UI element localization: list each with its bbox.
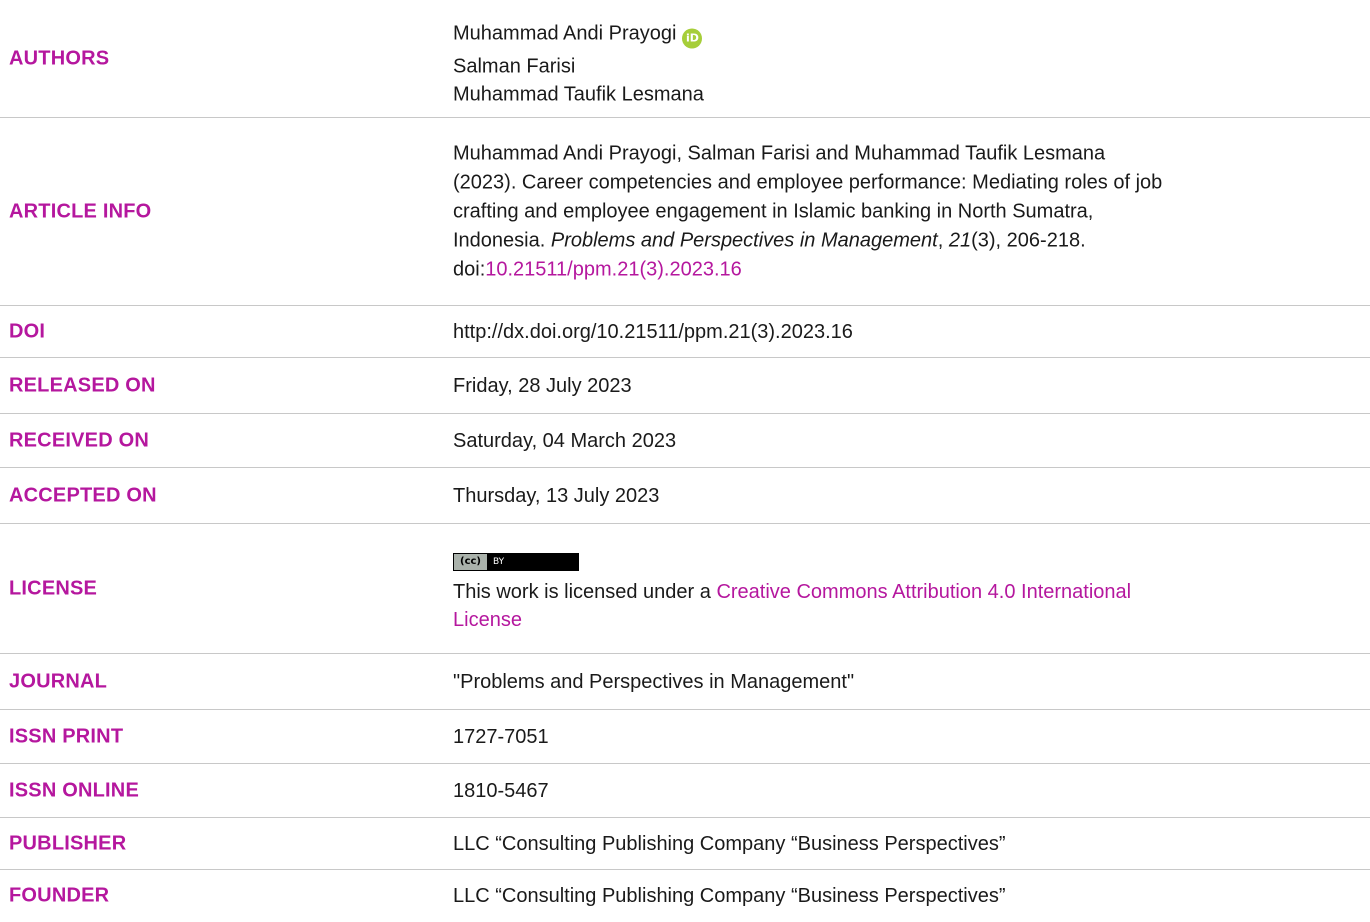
row-founder: FOUNDER LLC “Consulting Publishing Compa… xyxy=(0,870,1370,922)
accepted-on-value: Thursday, 13 July 2023 xyxy=(453,484,660,507)
authors-value: Muhammad Andi Prayogi iD Salman Farisi Mu… xyxy=(453,20,1353,109)
orcid-icon[interactable]: iD xyxy=(682,28,703,49)
received-on-value: Saturday, 04 March 2023 xyxy=(453,429,677,452)
article-info-value: Muhammad Andi Prayogi, Salman Farisi and… xyxy=(453,142,1163,280)
author-name[interactable]: Muhammad Taufik Lesmana xyxy=(453,81,1353,109)
cc-by-license-badge[interactable]: (cc) BY xyxy=(453,552,579,571)
license-link[interactable]: Creative Commons Attribution 4.0 Interna… xyxy=(716,581,1131,603)
article-info-label: ARTICLE INFO xyxy=(9,200,152,222)
row-received-on: RECEIVED ON Saturday, 04 March 2023 xyxy=(0,414,1370,468)
row-doi: DOI http://dx.doi.org/10.21511/ppm.21(3)… xyxy=(0,306,1370,358)
row-issn-online: ISSN ONLINE 1810-5467 xyxy=(0,764,1370,818)
row-license: LICENSE (cc) BY This work is licensed un… xyxy=(0,524,1370,654)
issn-print-label: ISSN PRINT xyxy=(9,725,124,747)
released-on-label: RELEASED ON xyxy=(9,374,156,396)
doi-label: DOI xyxy=(9,320,46,342)
author-name[interactable]: Muhammad Andi Prayogi xyxy=(453,23,676,45)
accepted-on-label: ACCEPTED ON xyxy=(9,484,157,506)
row-article-info: ARTICLE INFO Muhammad Andi Prayogi, Salm… xyxy=(0,118,1370,306)
license-link-continued[interactable]: License xyxy=(453,609,522,631)
received-on-label: RECEIVED ON xyxy=(9,429,150,451)
issn-online-label: ISSN ONLINE xyxy=(9,779,139,801)
founder-value: LLC “Consulting Publishing Company “Busi… xyxy=(453,885,1006,907)
row-released-on: RELEASED ON Friday, 28 July 2023 xyxy=(0,358,1370,414)
publisher-label: PUBLISHER xyxy=(9,832,127,854)
founder-label: FOUNDER xyxy=(9,884,110,907)
article-metadata-table: AUTHORS Muhammad Andi Prayogi iD Salman F… xyxy=(0,0,1370,922)
issn-online-value: 1810-5467 xyxy=(453,779,549,802)
row-accepted-on: ACCEPTED ON Thursday, 13 July 2023 xyxy=(0,468,1370,524)
row-journal: JOURNAL "Problems and Perspectives in Ma… xyxy=(0,654,1370,710)
released-on-value: Friday, 28 July 2023 xyxy=(453,374,632,397)
journal-title-italic: Problems and Perspectives in Management xyxy=(550,229,938,251)
row-publisher: PUBLISHER LLC “Consulting Publishing Com… xyxy=(0,818,1370,870)
by-icon: BY xyxy=(493,556,505,567)
publisher-value: LLC “Consulting Publishing Company “Busi… xyxy=(453,832,1006,855)
authors-label: AUTHORS xyxy=(9,47,110,69)
journal-value: "Problems and Perspectives in Management… xyxy=(453,670,855,693)
license-label: LICENSE xyxy=(9,577,98,599)
author-name[interactable]: Salman Farisi xyxy=(453,53,1353,81)
license-value: (cc) BY This work is licensed under a Cr… xyxy=(453,544,1353,634)
doi-value[interactable]: http://dx.doi.org/10.21511/ppm.21(3).202… xyxy=(453,318,1353,346)
journal-label: JOURNAL xyxy=(9,670,108,692)
row-issn-print: ISSN PRINT 1727-7051 xyxy=(0,710,1370,764)
cc-icon: (cc) xyxy=(454,553,487,570)
row-authors: AUTHORS Muhammad Andi Prayogi iD Salman F… xyxy=(0,0,1370,118)
volume-italic: 21 xyxy=(948,229,972,251)
issn-print-value: 1727-7051 xyxy=(453,725,549,748)
article-doi-link[interactable]: 10.21511/ppm.21(3).2023.16 xyxy=(485,258,742,280)
